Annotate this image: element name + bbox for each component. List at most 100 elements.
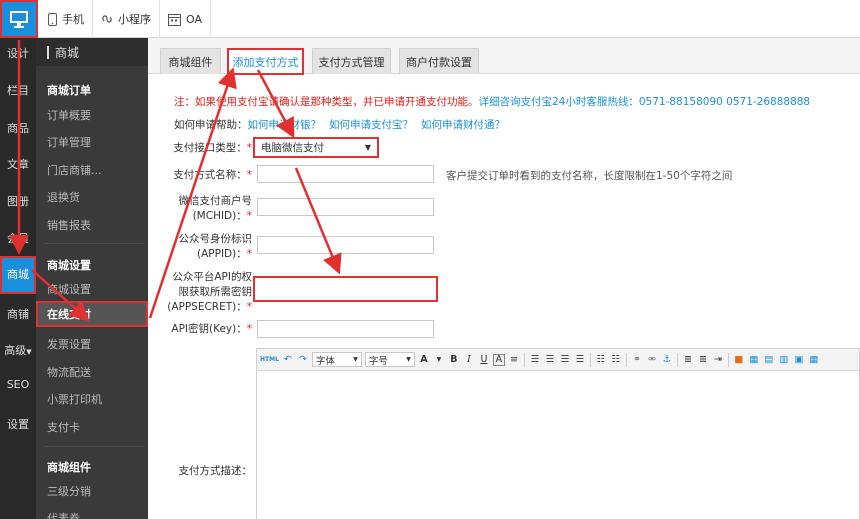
link-apply-caiyin[interactable]: 如何申请财银？ (248, 119, 322, 131)
mchid-label: 微信支付商户号 (MCHID)：* (156, 194, 253, 224)
submenu-item-online-pay[interactable]: 在线支付 (36, 301, 148, 327)
topnav-mini-program[interactable]: 小程序 (93, 0, 160, 38)
dropdown-arrow-icon: ▼ (353, 356, 358, 363)
insert-column-icon[interactable]: ▥ (778, 352, 790, 368)
desktop-home-button[interactable] (0, 0, 38, 38)
unlink-icon[interactable]: ⚮ (646, 352, 658, 368)
anchor-icon[interactable]: ⚓ (661, 352, 673, 368)
remove-format-icon[interactable]: ≡ (508, 352, 520, 368)
bold-icon[interactable]: B (448, 352, 460, 368)
submenu-item-more[interactable]: 代表券 (47, 510, 80, 519)
submenu-item-receipt-printer[interactable]: 小票打印机 (47, 391, 102, 407)
editor-body[interactable] (257, 371, 859, 519)
label-line: 公众号身份标识 (178, 233, 253, 245)
sidebar-item-seo[interactable]: SEO (0, 378, 36, 391)
sidebar-item-members[interactable]: 会员 (0, 230, 36, 246)
link-apply-tenpay[interactable]: 如何申请财付通？ (421, 119, 505, 131)
link-icon[interactable]: ⚭ (631, 352, 643, 368)
group-mall-orders: 商城订单 (47, 84, 91, 97)
submenu-item-order-overview[interactable]: 订单概要 (47, 107, 91, 123)
submenu-item-order-manage[interactable]: 订单管理 (47, 134, 91, 150)
image-icon[interactable]: ■ (733, 352, 745, 368)
main-sidebar: 设计 栏目 商品 文章 图册 会员 商城 商铺 高级▼ SEO 设置 (0, 38, 36, 519)
payment-type-label: 支付接口类型：* (173, 142, 252, 154)
align-left-icon[interactable]: ☰ (529, 352, 541, 368)
mchid-input[interactable] (257, 198, 434, 216)
table-icon[interactable]: ▦ (748, 352, 760, 368)
dropdown-arrow-icon: ▼ (364, 143, 371, 152)
top-bar: 手机 小程序 OA (0, 0, 860, 38)
label-text: 支付接口类型： (173, 142, 247, 154)
sidebar-item-advanced[interactable]: 高级▼ (0, 342, 36, 358)
topnav-oa-label: OA (186, 12, 202, 26)
payment-desc-label: 支付方式描述： (178, 465, 253, 477)
payment-name-label: 支付方式名称：* (173, 169, 252, 181)
tab-add-payment[interactable]: 添加支付方式 (227, 48, 304, 75)
topnav-mini-program-label: 小程序 (118, 13, 151, 26)
align-justify-icon[interactable]: ☰ (574, 352, 586, 368)
submenu-item-pay-card[interactable]: 支付卡 (47, 419, 80, 435)
html-source-button[interactable]: HTML (260, 352, 279, 368)
tab-merchant-payment[interactable]: 商户付款设置 (399, 48, 479, 74)
undo-icon[interactable]: ↶ (282, 352, 294, 368)
payment-type-select[interactable]: 电脑微信支付 ▼ (253, 137, 379, 158)
submenu-item-store-orders[interactable]: 门店商铺... (47, 162, 102, 178)
appid-input[interactable] (257, 236, 434, 254)
align-center-icon[interactable]: ☰ (544, 352, 556, 368)
delete-table-icon[interactable]: ▣ (793, 352, 805, 368)
sidebar-item-columns[interactable]: 栏目 (0, 82, 36, 98)
topnav-phone[interactable]: 手机 (40, 0, 93, 38)
font-size-select[interactable]: 字号 ▼ (364, 352, 415, 367)
submenu-item-three-level[interactable]: 三级分销 (47, 483, 91, 499)
font-family-select[interactable]: 字体 ▼ (311, 352, 362, 367)
font-family-value: 字体 (315, 355, 335, 367)
italic-icon[interactable]: I (463, 352, 475, 368)
toolbar-separator (625, 352, 627, 367)
ordered-list-icon[interactable]: ☷ (595, 352, 607, 368)
api-key-label: API密钥(Key)：* (171, 323, 252, 335)
appsecret-input[interactable] (253, 276, 438, 302)
line-height-icon[interactable]: ≣ (682, 352, 694, 368)
sidebar-item-label: 栏目 (7, 84, 29, 97)
sidebar-item-articles[interactable]: 文章 (0, 156, 36, 172)
redo-icon[interactable]: ↷ (297, 352, 309, 368)
font-size-increase-icon[interactable]: A (418, 352, 430, 368)
api-key-input[interactable] (257, 320, 434, 338)
sidebar-item-mall[interactable]: 商城 (0, 256, 36, 294)
underline-icon[interactable]: U (478, 352, 490, 368)
sidebar-item-shops[interactable]: 商铺 (0, 306, 36, 322)
top-nav: 手机 小程序 OA (40, 0, 211, 38)
sidebar-item-albums[interactable]: 图册 (0, 193, 36, 209)
insert-row-icon[interactable]: ▤ (763, 352, 775, 368)
sidebar-item-settings[interactable]: 设置 (0, 416, 36, 432)
howto-links: 如何申请帮助：如何申请财银？ 如何申请支付宝？ 如何申请财付通？ (174, 117, 513, 132)
toolbar-separator (523, 352, 525, 367)
divider (44, 243, 144, 244)
submenu-item-mall-settings[interactable]: 商城设置 (47, 281, 91, 297)
unordered-list-icon[interactable]: ☷ (610, 352, 622, 368)
toolbar-separator (727, 352, 729, 367)
merge-cells-icon[interactable]: ▦ (808, 352, 820, 368)
submenu-item-refund[interactable]: 退换货 (47, 189, 80, 205)
submenu-item-sales-report[interactable]: 销售报表 (47, 217, 91, 233)
sidebar-item-products[interactable]: 商品 (0, 120, 36, 136)
notice-text: 注：如果使用支付宝请确认是那种类型，并已申请开通支付功能。 (174, 96, 479, 108)
label-line: 限获取所需密钥 (178, 286, 253, 298)
submenu-item-logistics[interactable]: 物流配送 (47, 364, 91, 380)
topnav-oa[interactable]: OA (160, 0, 211, 38)
tab-mall-components[interactable]: 商城组件 (160, 48, 221, 74)
tab-payment-manage[interactable]: 支付方式管理 (312, 48, 391, 74)
caret-down-icon[interactable]: ▼ (433, 352, 445, 368)
payment-notice: 注：如果使用支付宝请确认是那种类型，并已申请开通支付功能。详细咨询支付宝24小时… (174, 94, 810, 109)
strikethrough-icon[interactable]: A (492, 353, 505, 366)
payment-name-input[interactable] (257, 165, 434, 183)
link-apply-alipay[interactable]: 如何申请支付宝？ (329, 119, 413, 131)
sidebar-item-design[interactable]: 设计 (0, 45, 36, 61)
paragraph-spacing-icon[interactable]: ≣ (697, 352, 709, 368)
indent-icon[interactable]: ⇥ (712, 352, 724, 368)
sidebar-item-label: 高级 (4, 344, 27, 357)
align-right-icon[interactable]: ☰ (559, 352, 571, 368)
payment-name-hint: 客户提交订单时看到的支付名称，长度限制在1-50个字符之间 (446, 170, 733, 182)
dropdown-arrow-icon: ▼ (406, 356, 411, 363)
submenu-item-invoice[interactable]: 发票设置 (47, 336, 91, 352)
